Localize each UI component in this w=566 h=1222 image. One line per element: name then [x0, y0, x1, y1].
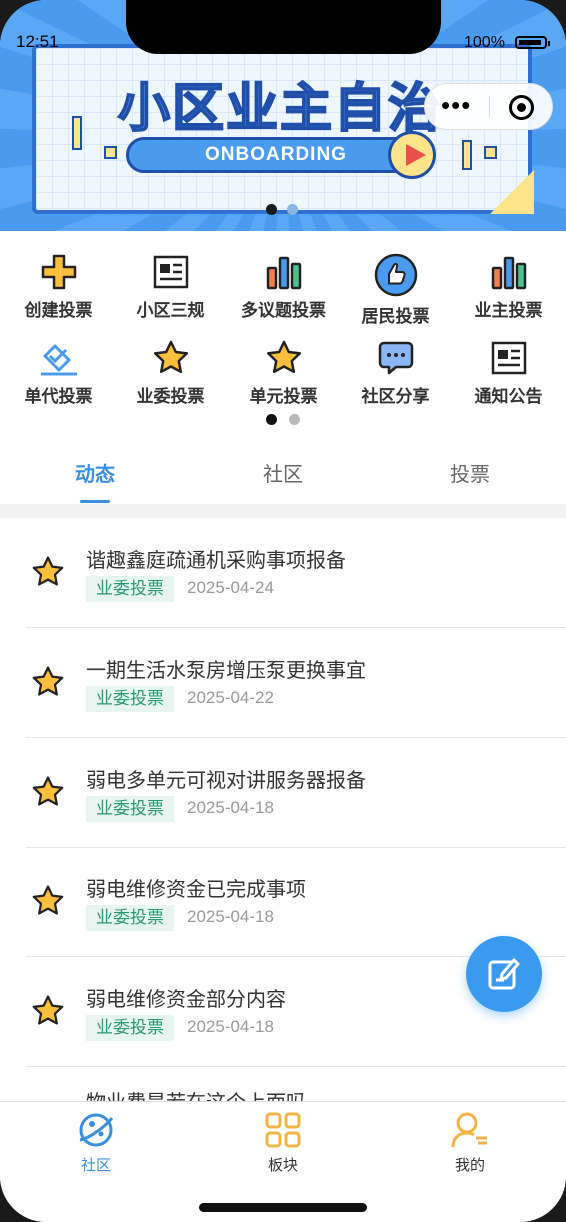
- grid-item-label: 多议题投票: [241, 301, 326, 320]
- list-item-date: 2025-04-18: [187, 1017, 274, 1036]
- compose-button[interactable]: [466, 936, 542, 1012]
- list-item[interactable]: 弱电维修资金已完成事项 业委投票 2025-04-18: [0, 847, 566, 957]
- edit-icon: [488, 958, 520, 990]
- list-item-title: 一期生活水泵房增压泵更换事宜: [86, 660, 366, 682]
- document-icon: [491, 341, 526, 375]
- star-icon: [32, 995, 64, 1025]
- banner-decoration: [72, 116, 82, 150]
- banner-onboarding-label: ONBOARDING: [126, 137, 426, 173]
- banner-decoration: [104, 146, 117, 159]
- tab-community[interactable]: 社区: [189, 458, 377, 487]
- grid-pagination: [266, 414, 300, 425]
- thumbs-up-icon: [374, 253, 417, 297]
- pagination-dot: [287, 204, 298, 215]
- grid-item-label: 小区三规: [136, 301, 205, 320]
- list-item[interactable]: 弱电多单元可视对讲服务器报备 业委投票 2025-04-18: [0, 738, 566, 848]
- tab-dynamic[interactable]: 动态: [1, 458, 189, 487]
- pagination-dot: [289, 414, 300, 425]
- nav-profile[interactable]: 我的: [410, 1110, 530, 1175]
- star-icon: [266, 340, 301, 374]
- list-item-date: 2025-04-18: [187, 798, 274, 817]
- status-time: 12:51: [16, 32, 59, 51]
- list-item[interactable]: 谐趣鑫庭疏通机采购事项报备 业委投票 2025-04-24: [0, 518, 566, 628]
- category-tag: 业委投票: [86, 686, 174, 712]
- category-tag: 业委投票: [86, 576, 174, 602]
- bar-chart-icon: [266, 256, 301, 290]
- category-tag: 业委投票: [86, 1015, 174, 1041]
- battery-icon: [515, 36, 550, 49]
- list-item-title: 弱电维修资金部分内容: [86, 989, 286, 1011]
- device-notch: [126, 0, 441, 54]
- play-icon: [388, 131, 436, 179]
- grid-item-community-share[interactable]: 社区分享: [339, 338, 452, 407]
- grid-item-label: 创建投票: [24, 301, 93, 320]
- grid-item-label: 单元投票: [249, 387, 318, 406]
- banner-title: 小区业主自治: [117, 79, 443, 139]
- grid-item-committee-vote[interactable]: 业委投票: [114, 338, 227, 407]
- grid-item-multi-topic-vote[interactable]: 多议题投票: [227, 252, 340, 321]
- chat-bubble-icon: [378, 341, 413, 375]
- banner-decoration: [484, 146, 497, 159]
- home-indicator: [199, 1203, 367, 1212]
- plus-icon: [41, 254, 76, 290]
- phone-screen: 小区业主自治 ONBOARDING 12:51 100% ••• 创建投票 小区…: [0, 0, 566, 1222]
- grid-item-label: 居民投票: [361, 307, 430, 326]
- list-item-date: 2025-04-22: [187, 688, 274, 707]
- category-tag: 业委投票: [86, 796, 174, 822]
- more-icon[interactable]: •••: [441, 92, 471, 118]
- nav-label: 板块: [267, 1157, 298, 1174]
- bar-chart-icon: [491, 256, 526, 290]
- category-tag: 业委投票: [86, 905, 174, 931]
- grid-item-label: 业委投票: [136, 387, 205, 406]
- nav-label: 我的: [454, 1157, 485, 1174]
- star-icon: [32, 666, 64, 696]
- banner-decoration: [462, 140, 472, 170]
- grid-item-label: 通知公告: [474, 387, 543, 406]
- status-bar: 12:51 100%: [0, 0, 566, 60]
- miniprogram-capsule: •••: [424, 83, 553, 130]
- list-item-title: 谐趣鑫庭疏通机采购事项报备: [86, 550, 346, 572]
- pagination-dot-active: [266, 204, 277, 215]
- grid-item-resident-vote[interactable]: 居民投票: [339, 252, 452, 327]
- capsule-divider: [489, 96, 490, 118]
- grid-item-create-vote[interactable]: 创建投票: [2, 252, 115, 321]
- nav-label: 社区: [80, 1157, 111, 1174]
- grid-item-label: 业主投票: [474, 301, 543, 320]
- user-icon: [451, 1112, 487, 1148]
- row-divider: [26, 1066, 566, 1067]
- list-item-date: 2025-04-24: [187, 578, 274, 597]
- nav-section[interactable]: 板块: [223, 1110, 343, 1175]
- battery-percent: 100%: [464, 34, 505, 51]
- grid-item-label: 社区分享: [361, 387, 430, 406]
- active-tab-indicator: [80, 500, 110, 503]
- grid-item-unit-rep-vote[interactable]: 单代投票: [2, 338, 115, 407]
- document-icon: [153, 255, 188, 289]
- planet-icon: [79, 1113, 114, 1147]
- list-item-title: 弱电多单元可视对讲服务器报备: [86, 770, 366, 792]
- grid-item-unit-vote[interactable]: 单元投票: [227, 338, 340, 407]
- list-item[interactable]: 一期生活水泵房增压泵更换事宜 业委投票 2025-04-22: [0, 628, 566, 738]
- star-icon: [32, 556, 64, 586]
- grid-item-owner-vote[interactable]: 业主投票: [452, 252, 565, 321]
- grid-item-label: 单代投票: [24, 387, 93, 406]
- list-item-title: 弱电维修资金已完成事项: [86, 879, 306, 901]
- close-miniprogram-icon[interactable]: [509, 95, 534, 120]
- banner-pagination: [266, 204, 298, 215]
- star-icon: [32, 776, 64, 806]
- section-divider: [0, 504, 566, 518]
- star-icon: [153, 340, 188, 374]
- grid-item-notice[interactable]: 通知公告: [452, 338, 565, 407]
- pagination-dot-active: [266, 414, 277, 425]
- check-box-icon: [40, 344, 77, 376]
- grid-icon: [265, 1112, 301, 1148]
- list-item-date: 2025-04-18: [187, 907, 274, 926]
- star-icon: [32, 885, 64, 915]
- grid-item-community-rules[interactable]: 小区三规: [114, 252, 227, 321]
- tab-vote[interactable]: 投票: [376, 458, 564, 487]
- nav-community[interactable]: 社区: [36, 1110, 156, 1175]
- feed-tabs: 动态 社区 投票: [0, 446, 566, 504]
